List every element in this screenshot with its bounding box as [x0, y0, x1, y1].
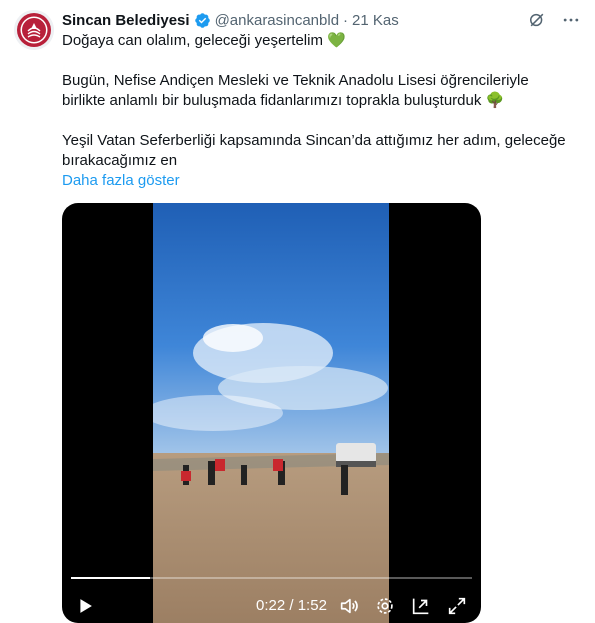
- tweet-line: bırakacağımız en: [62, 152, 178, 169]
- video-progress-bar[interactable]: [71, 577, 472, 579]
- video-player[interactable]: 0:22 / 1:52: [62, 203, 481, 623]
- sincan-logo: [14, 10, 54, 50]
- video-controls: 0:22 / 1:52: [62, 567, 481, 623]
- duration: 1:52: [297, 597, 327, 614]
- video-progress-fill: [71, 577, 150, 579]
- play-icon[interactable]: [74, 595, 96, 617]
- video-timecode: 0:22 / 1:52: [256, 597, 327, 614]
- video-still-image: [153, 203, 389, 623]
- volume-icon[interactable]: [338, 595, 360, 617]
- header-actions: [527, 10, 581, 30]
- settings-icon[interactable]: [374, 595, 396, 617]
- tweet-line: Bugün, Nefise Andiçen Mesleki ve Teknik …: [62, 72, 529, 89]
- tweet-text: Doğaya can olalım, geleceği yeşertelim 💚…: [62, 31, 582, 191]
- tweet-header: Sincan Belediyesi @ankarasincanbld · 21 …: [62, 10, 399, 30]
- show-more-link[interactable]: Daha fazla göster: [62, 172, 180, 189]
- tweet-line: Doğaya can olalım, geleceği yeşertelim 💚: [62, 32, 346, 49]
- verified-badge-icon: [194, 12, 210, 28]
- tweet-line: birlikte anlamlı bir buluşmada fidanları…: [62, 92, 505, 109]
- avatar[interactable]: [14, 10, 54, 50]
- timestamp[interactable]: 21 Kas: [352, 12, 399, 29]
- current-time: 0:22: [256, 597, 286, 614]
- fullscreen-icon[interactable]: [446, 595, 468, 617]
- author-name[interactable]: Sincan Belediyesi: [62, 12, 190, 29]
- tweet-line: Yeşil Vatan Seferberliği kapsamında Sinc…: [62, 132, 566, 149]
- more-icon[interactable]: [561, 10, 581, 30]
- video-frame[interactable]: [153, 203, 389, 623]
- separator-dot: ·: [343, 11, 349, 29]
- time-separator: /: [289, 597, 294, 614]
- grok-icon[interactable]: [527, 10, 547, 30]
- author-handle[interactable]: @ankarasincanbld: [215, 12, 339, 29]
- pip-icon[interactable]: [410, 595, 432, 617]
